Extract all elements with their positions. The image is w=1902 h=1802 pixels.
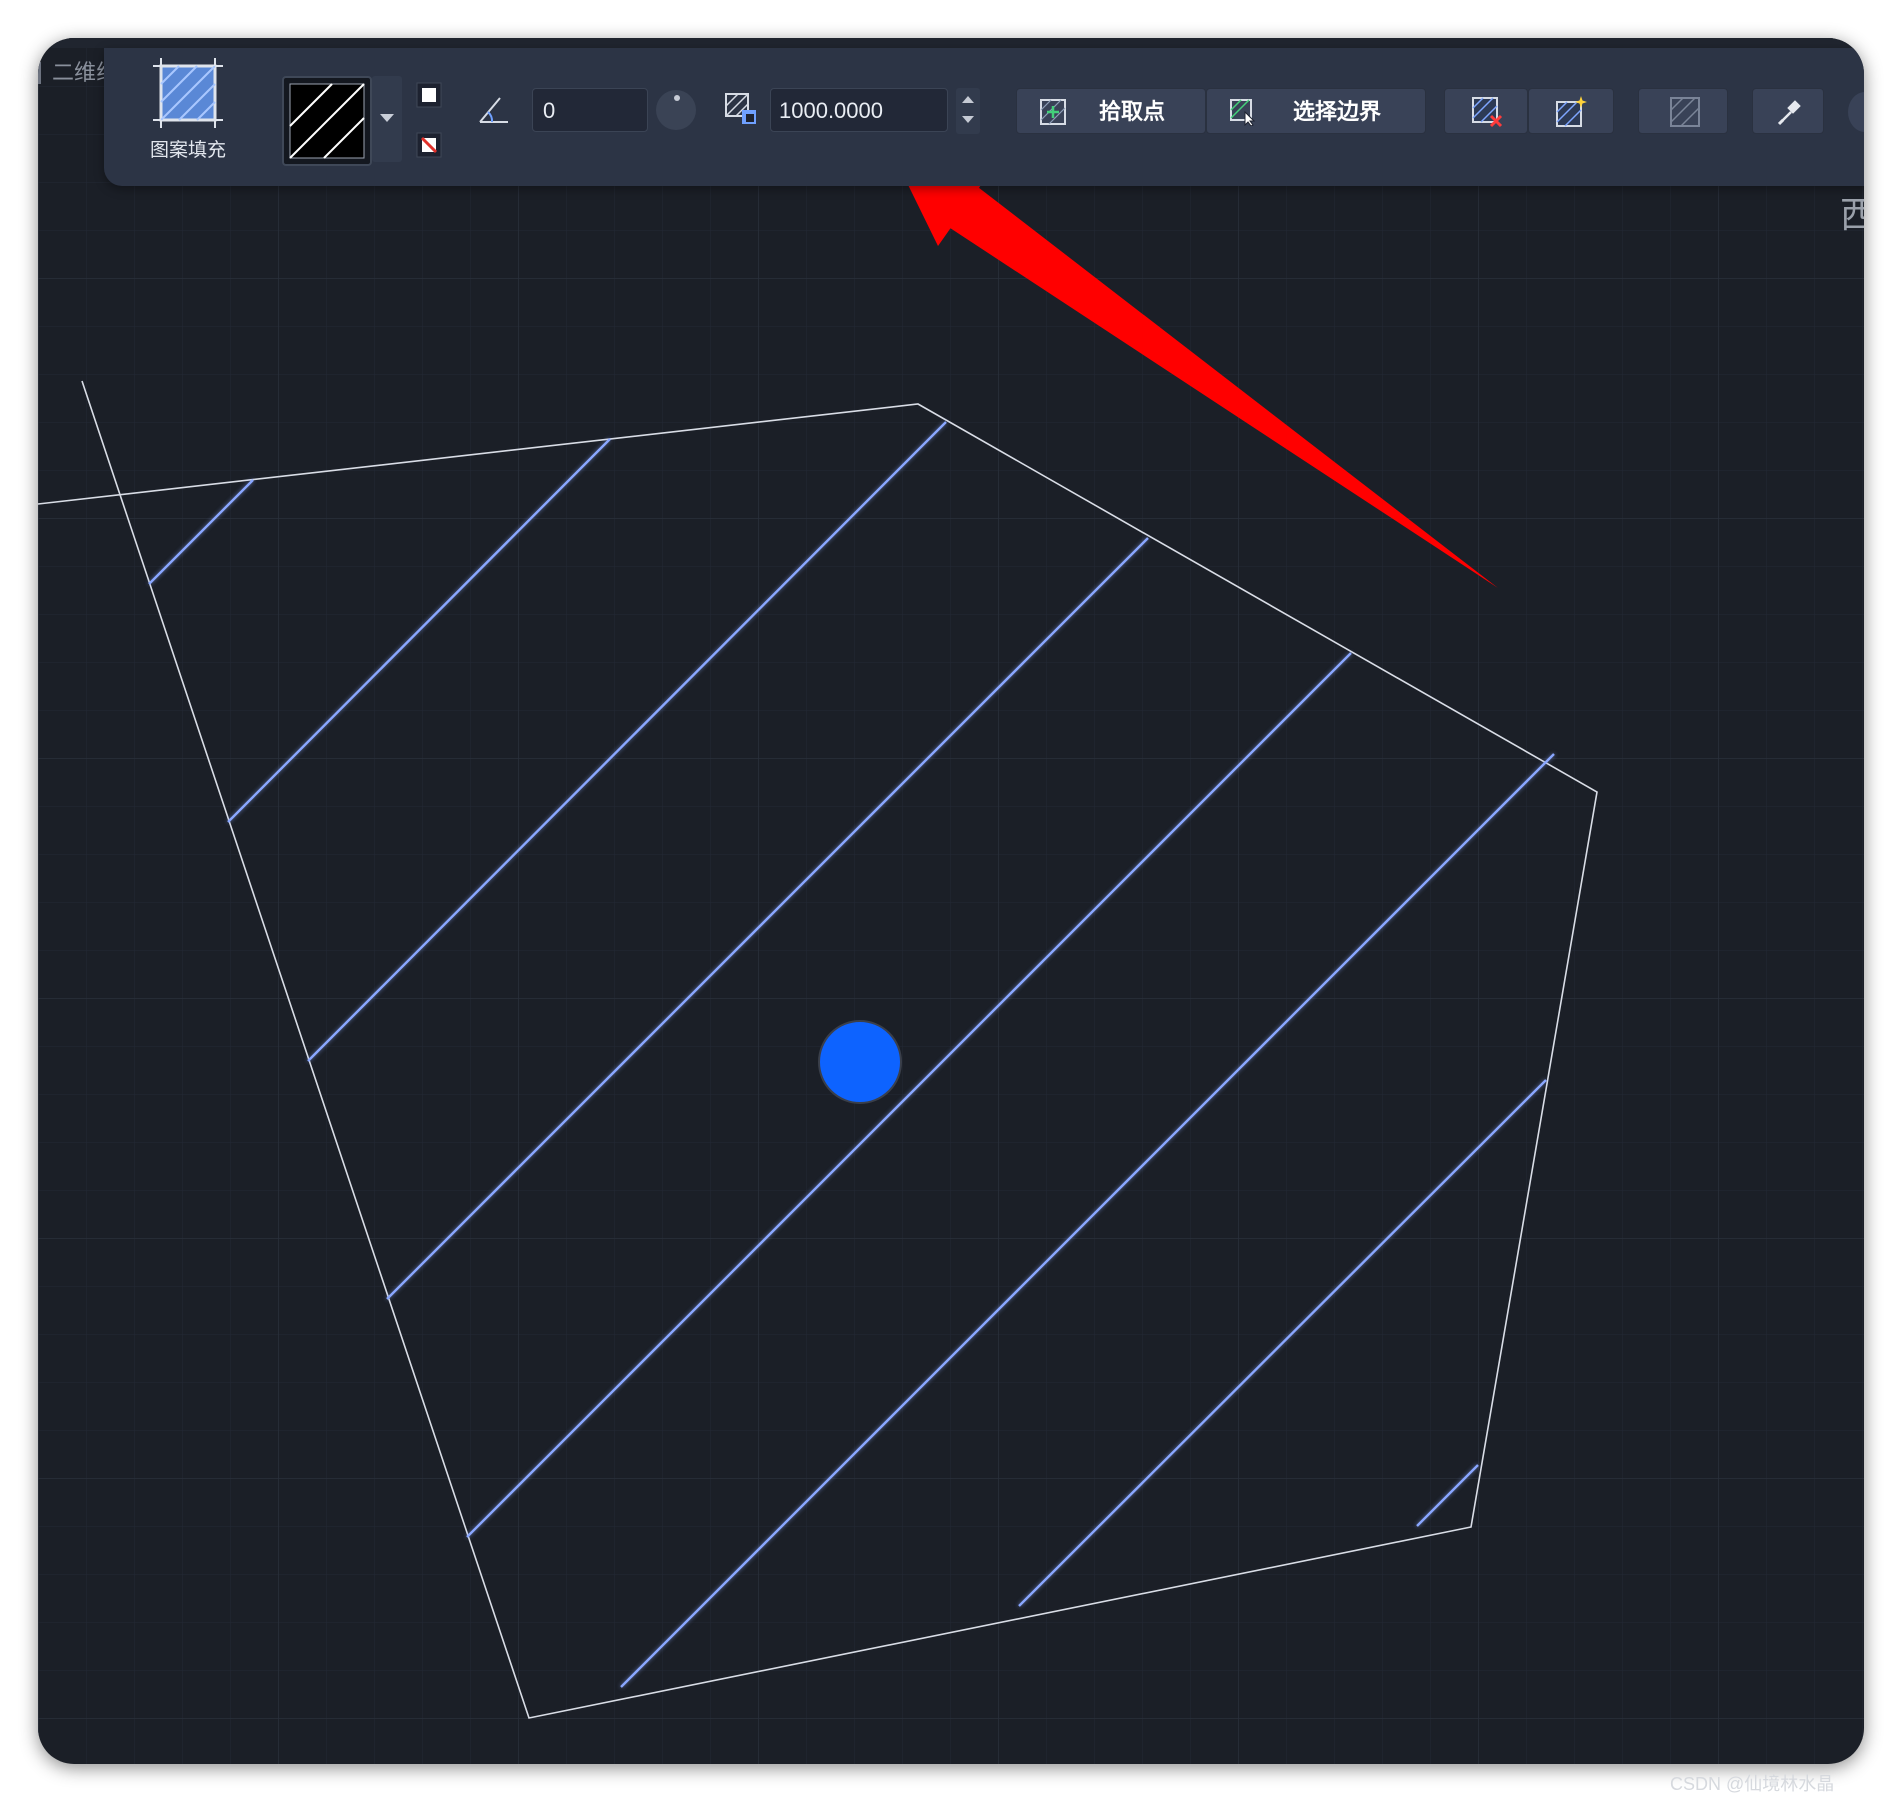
hatch-center-grip[interactable] bbox=[818, 1020, 902, 1104]
remove-boundary-icon bbox=[1472, 97, 1503, 128]
annotation-arrow bbox=[890, 148, 1498, 588]
hatch-pattern-icon bbox=[153, 58, 223, 128]
hatch-toolbar: 图案填充 0 1000.0000 拾取点 选择边界 bbox=[104, 48, 1864, 186]
pick-points-icon bbox=[1040, 99, 1066, 125]
recreate-boundary-icon bbox=[1556, 96, 1587, 127]
recreate-boundary-button[interactable] bbox=[1528, 88, 1614, 134]
hatch-line bbox=[386, 537, 1149, 1300]
angle-dial[interactable] bbox=[656, 90, 696, 130]
hatch-tool-label: 图案填充 bbox=[149, 140, 226, 161]
hatch-display-icon bbox=[1670, 97, 1700, 127]
hatch-tool-button[interactable]: 图案填充 bbox=[128, 58, 248, 176]
drawing-area[interactable] bbox=[38, 38, 1864, 1764]
chevron-down-icon bbox=[380, 114, 394, 122]
scale-icon bbox=[725, 93, 756, 124]
scale-stepper[interactable] bbox=[956, 88, 980, 134]
hatch-line bbox=[466, 652, 1352, 1538]
select-boundary-icon bbox=[1230, 99, 1256, 126]
pattern-preview bbox=[289, 83, 365, 159]
boundary-polyline[interactable] bbox=[38, 380, 1598, 1719]
match-properties-button[interactable] bbox=[1752, 88, 1824, 134]
watermark: CSDN @仙境林水晶 bbox=[1670, 1774, 1835, 1794]
foreground-color-swatch[interactable] bbox=[416, 82, 442, 108]
hatch-display-button[interactable] bbox=[1638, 88, 1728, 134]
angle-input[interactable]: 0 bbox=[532, 88, 648, 132]
pick-points-label: 拾取点 bbox=[1099, 99, 1166, 124]
hatch-line bbox=[1416, 1464, 1479, 1527]
hatch-line bbox=[227, 438, 611, 823]
hatch-boundary[interactable] bbox=[38, 380, 1598, 1719]
chevron-up-icon[interactable] bbox=[962, 96, 974, 103]
dial-knob-icon bbox=[674, 95, 680, 101]
hatch-line bbox=[148, 479, 254, 585]
view-cube-label[interactable]: 西 bbox=[1840, 186, 1864, 238]
pick-points-button[interactable]: 拾取点 bbox=[1016, 88, 1206, 134]
chevron-down-icon[interactable] bbox=[962, 116, 974, 123]
select-boundary-label: 选择边界 bbox=[1293, 99, 1382, 124]
select-boundary-button[interactable]: 选择边界 bbox=[1206, 88, 1426, 134]
tab-strip bbox=[38, 38, 1864, 48]
angle-icon bbox=[479, 97, 508, 123]
background-color-swatch[interactable] bbox=[416, 132, 442, 158]
hatch-pattern-swatch[interactable] bbox=[282, 76, 372, 166]
scale-input[interactable]: 1000.0000 bbox=[770, 88, 948, 132]
cad-window: 二维线 图案填充 0 1000.0000 拾取点 选择边界 西 bbox=[38, 38, 1864, 1764]
hatch-line bbox=[307, 421, 947, 1062]
pattern-dropdown-button[interactable] bbox=[372, 76, 402, 162]
hatch-line bbox=[620, 753, 1555, 1688]
toolbar-overflow-button[interactable] bbox=[1848, 92, 1864, 132]
eyedropper-icon bbox=[1777, 100, 1801, 126]
remove-boundary-button[interactable] bbox=[1444, 88, 1528, 134]
